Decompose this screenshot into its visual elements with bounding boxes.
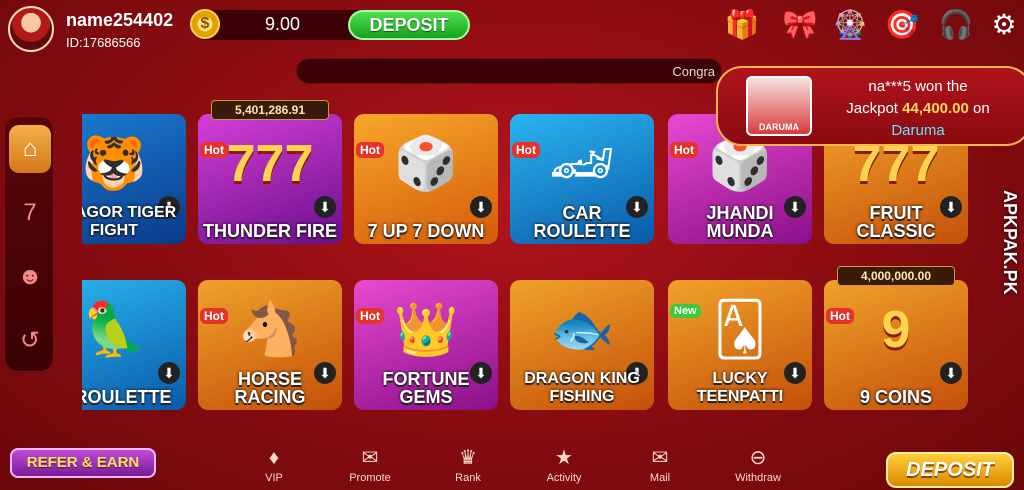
game-card[interactable]: 🐯⬇BAAGOR TIGER FIGHT <box>82 114 186 244</box>
nav-withdraw-label: Withdraw <box>735 472 781 484</box>
game-title: FRUIT CLASSIC <box>856 203 936 241</box>
game-title: THUNDER FIRE <box>203 221 337 241</box>
nav-promote[interactable]: ✉ Promote <box>338 446 402 490</box>
nav-vip[interactable]: ♦ VIP <box>242 446 306 490</box>
history-tab[interactable]: ↺ <box>9 317 51 365</box>
nav-withdraw[interactable]: ⊖ Withdraw <box>726 446 790 490</box>
username: name254402 <box>66 10 174 30</box>
game-grid: 🐯⬇BAAGOR TIGER FIGHT777Hot⬇THUNDER FIRE🎲… <box>82 112 1022 412</box>
refer-earn-button[interactable]: REFER & EARN <box>10 448 156 478</box>
activity-icon: ★ <box>555 447 573 469</box>
game-card[interactable]: 🏎 Hot ⬇ CAR ROULETTE <box>510 114 654 244</box>
game-title: 7 UP 7 DOWN <box>367 221 485 241</box>
hot-badge: Hot <box>200 308 228 324</box>
game-title: FORTUNE GEMS <box>382 369 470 407</box>
hot-badge: Hot <box>356 308 384 324</box>
support-icon[interactable]: 🎧 <box>936 6 976 44</box>
toast-game-name: Daruma <box>891 122 945 139</box>
nav-mail-label: Mail <box>649 472 671 484</box>
rank-icon: ♛ <box>459 447 477 469</box>
side-nav: ⌂ 7 ☻ ↺ <box>4 116 54 372</box>
avatar[interactable] <box>8 6 54 52</box>
nav-rank-label: Rank <box>455 472 481 484</box>
bottom-bar: REFER & EARN ♦ VIP ✉ Promote ♛ Rank ★ Ac… <box>0 440 1024 490</box>
toast-jackpot-prefix: Jackpot <box>846 100 898 117</box>
download-icon[interactable]: ⬇ <box>470 196 492 218</box>
players-icon: ☻ <box>17 263 43 290</box>
slots-icon: 7 <box>23 199 37 226</box>
game-title: JHANDI MUNDA <box>706 203 774 241</box>
game-card[interactable]: 🦜⬇D ROULETTE <box>82 280 186 410</box>
nav-activity[interactable]: ★ Activity <box>532 446 596 490</box>
nav-mail[interactable]: ✉ Mail <box>628 446 692 490</box>
history-icon: ↺ <box>19 327 41 354</box>
withdraw-icon: ⊖ <box>749 447 767 469</box>
user-id: ID:17686566 <box>66 35 141 50</box>
deposit-button[interactable]: DEPOSIT <box>348 10 470 40</box>
game-title: 9 COINS <box>859 387 933 407</box>
gift-box-icon[interactable]: 🎁 <box>722 6 762 44</box>
hot-badge: Hot <box>356 142 384 158</box>
coin-icon: $ <box>190 9 220 39</box>
jackpot-toast: DARUMA na***5 won the Jackpot 44,400.00 … <box>716 66 1024 146</box>
toast-jackpot-line: Jackpot 44,400.00 on <box>818 100 1018 117</box>
toast-jackpot-amount: 44,400.00 <box>902 100 969 117</box>
game-title: CAR ROULETTE <box>533 203 631 241</box>
game-title: HORSE RACING <box>234 369 306 407</box>
deposit-bottom-button[interactable]: DEPOSIT <box>886 452 1014 488</box>
hot-badge: Hot <box>200 142 228 158</box>
jackpot-amount-tag: 5,401,286.91 <box>211 100 329 120</box>
present-icon[interactable]: 🎀 <box>780 6 820 44</box>
nav-rank[interactable]: ♛ Rank <box>436 446 500 490</box>
top-bar: name254402 ID:17686566 $ 9.00 DEPOSIT 🎁 … <box>0 0 1024 56</box>
jackpot-amount-tag: 4,000,000.00 <box>837 266 955 286</box>
promo-icon[interactable]: 🎯 <box>882 6 922 44</box>
slots-tab[interactable]: 7 <box>9 189 51 237</box>
home-icon: ⌂ <box>22 135 38 162</box>
hot-badge: Hot <box>826 308 854 324</box>
nav-activity-label: Activity <box>546 472 582 484</box>
game-card[interactable]: 🐟 ⬇ DRAGON KING FISHING <box>510 280 654 410</box>
daruma-label: DARUMA <box>759 122 799 132</box>
toast-player: na***5 won the <box>868 78 968 95</box>
players-tab[interactable]: ☻ <box>9 253 51 301</box>
daruma-game-image: DARUMA <box>746 76 812 136</box>
nav-vip-label: VIP <box>265 472 283 484</box>
marquee-text: Congra <box>672 64 715 79</box>
home-tab[interactable]: ⌂ <box>9 125 51 173</box>
vip-icon: ♦ <box>268 447 280 469</box>
nav-promote-label: Promote <box>349 472 391 484</box>
toast-jackpot-suffix: on <box>973 100 990 117</box>
game-title: DRAGON KING FISHING <box>524 370 640 405</box>
game-card[interactable]: 9 Hot ⬇ 9 COINS <box>824 280 968 410</box>
game-title: LUCKY TEENPATTI <box>696 370 784 405</box>
mail-icon: ✉ <box>651 447 669 469</box>
settings-icon[interactable]: ⚙ <box>984 6 1024 44</box>
game-card[interactable]: 👑 Hot ⬇ FORTUNE GEMS <box>354 280 498 410</box>
game-card[interactable]: 777 Hot ⬇ THUNDER FIRE <box>198 114 342 244</box>
download-icon[interactable]: ⬇ <box>158 362 180 384</box>
new-badge: New <box>670 304 701 318</box>
announcement-marquee: Congra <box>296 58 722 84</box>
hot-badge: Hot <box>670 142 698 158</box>
download-icon[interactable]: ⬇ <box>940 362 962 384</box>
watermark: APKPAK.PK <box>1000 190 1020 295</box>
game-title: BAAGOR TIGER FIGHT <box>82 204 177 239</box>
lucky-wheel-icon[interactable]: 🎡 <box>830 6 870 44</box>
hot-badge: Hot <box>512 142 540 158</box>
game-card[interactable]: 🐴 Hot ⬇ HORSE RACING <box>198 280 342 410</box>
promote-icon: ✉ <box>361 447 379 469</box>
game-title: D ROULETTE <box>82 387 172 407</box>
game-card[interactable]: 🂡 New ⬇ LUCKY TEENPATTI <box>668 280 812 410</box>
balance-value: 9.00 <box>265 14 301 34</box>
game-card[interactable]: 🎲 Hot ⬇ 7 UP 7 DOWN <box>354 114 498 244</box>
download-icon[interactable]: ⬇ <box>314 196 336 218</box>
